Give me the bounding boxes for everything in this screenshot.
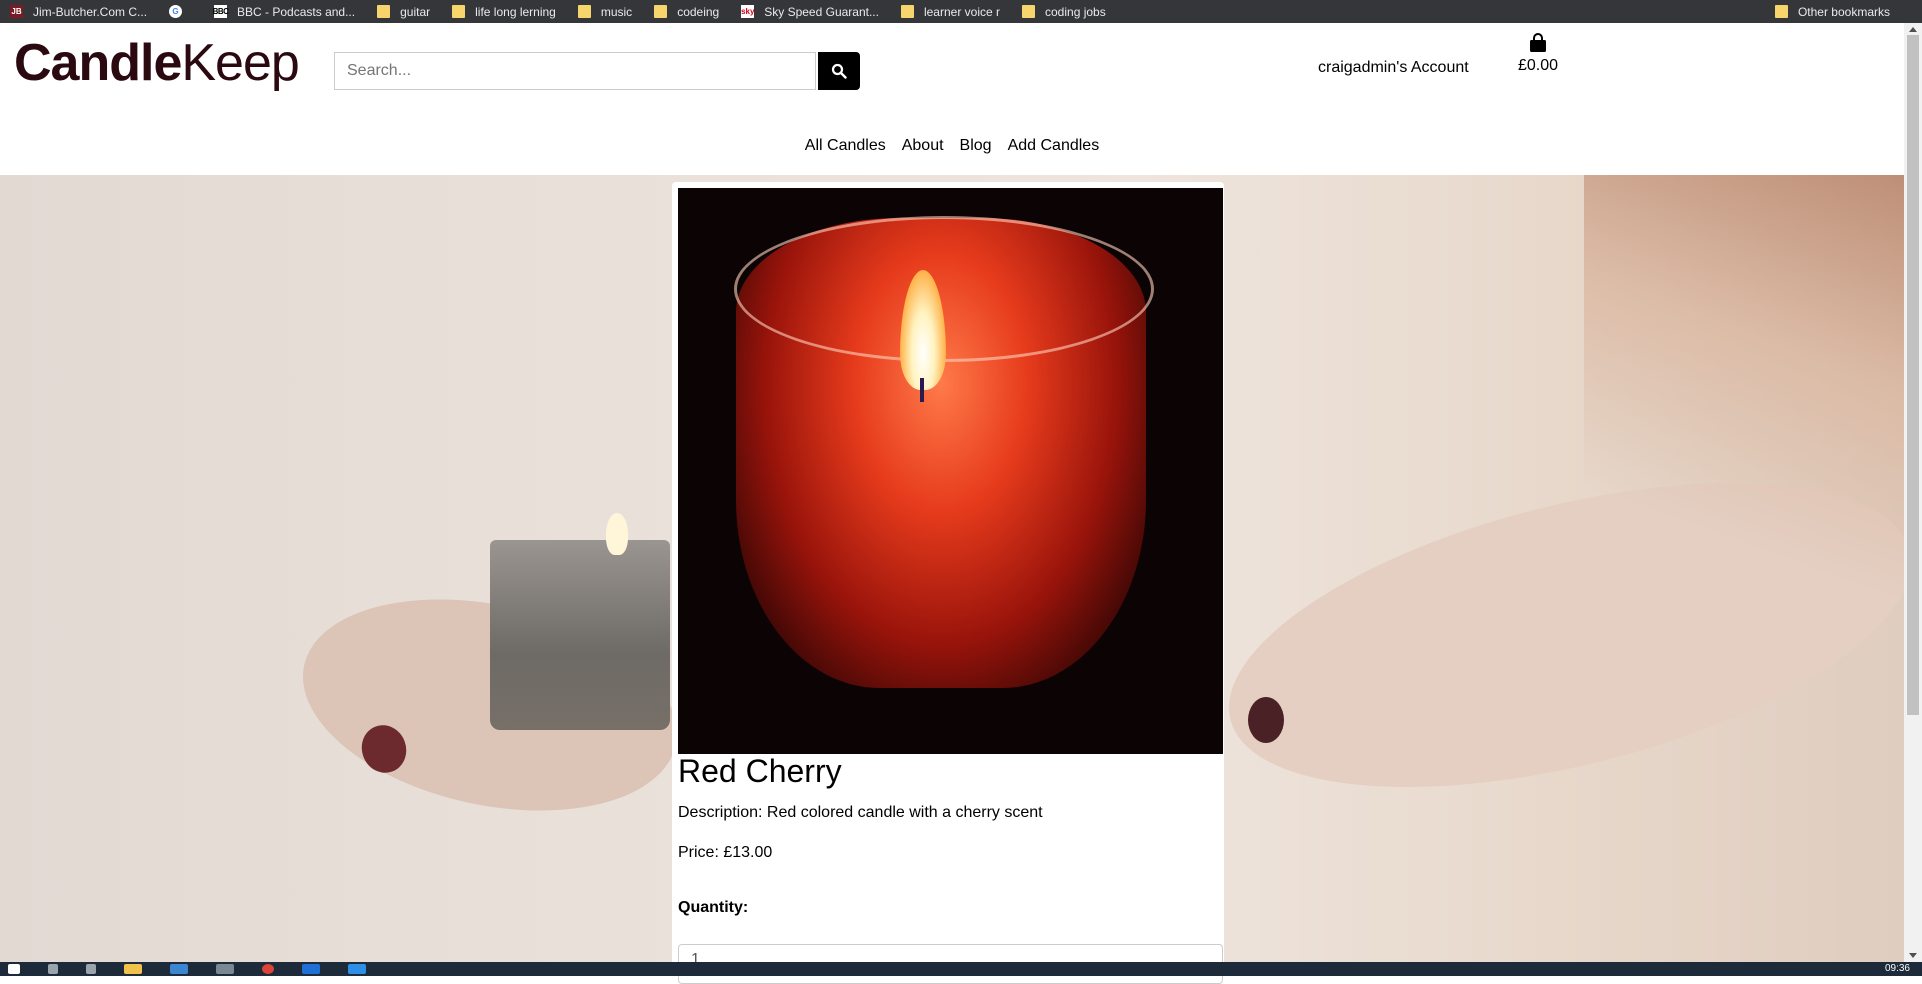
folder-icon <box>1022 5 1035 18</box>
os-taskbar: 09:36 <box>0 962 1922 976</box>
scroll-down-arrow-icon[interactable] <box>1909 953 1917 958</box>
store-icon[interactable] <box>170 964 188 974</box>
taskbar-clock: 09:36 <box>1884 963 1910 974</box>
search-icon[interactable] <box>48 964 58 974</box>
search-button[interactable] <box>818 52 860 90</box>
nav-all-candles[interactable]: All Candles <box>805 137 886 155</box>
other-bookmarks[interactable]: Other bookmarks <box>1774 0 1890 23</box>
nail-shape-right <box>1248 697 1284 743</box>
nav-about[interactable]: About <box>902 137 944 155</box>
scrollbar-thumb[interactable] <box>1907 35 1919 715</box>
jb-icon: JB <box>10 5 23 18</box>
scroll-up-arrow-icon[interactable] <box>1909 27 1917 32</box>
product-price: Price: £13.00 <box>678 844 773 861</box>
hair-shape <box>1584 175 1904 595</box>
bookmark-coding-jobs[interactable]: coding jobs <box>1022 5 1106 19</box>
task-view-icon[interactable] <box>86 964 96 974</box>
bookmark-learner-voice[interactable]: learner voice r <box>900 5 1000 19</box>
file-explorer-icon[interactable] <box>124 964 142 974</box>
site-logo[interactable]: CandleKeep <box>14 33 300 93</box>
bookmark-sky-speed[interactable]: sky Sky Speed Guarant... <box>741 5 879 19</box>
quantity-label: Quantity: <box>678 899 749 916</box>
main-nav: All Candles About Blog Add Candles <box>0 137 1904 155</box>
folder-icon <box>377 5 391 18</box>
folder-icon <box>1774 5 1788 18</box>
cart-total: £0.00 <box>1517 57 1559 74</box>
search-input[interactable] <box>334 52 816 90</box>
vscode-icon[interactable] <box>302 964 320 974</box>
bookmark-life-long-lerning[interactable]: life long lerning <box>452 5 556 19</box>
folder-icon <box>654 5 668 18</box>
app-icon-2[interactable] <box>348 964 366 974</box>
product-description: Description: Red colored candle with a c… <box>678 804 1043 821</box>
google-icon: G <box>169 5 183 18</box>
folder-icon <box>577 5 591 18</box>
nav-blog[interactable]: Blog <box>960 137 992 155</box>
nav-add-candles[interactable]: Add Candles <box>1008 137 1100 155</box>
candle-wick <box>920 378 924 402</box>
bookmark-google[interactable]: G <box>169 5 192 18</box>
bbc-icon: BBC <box>212 5 229 18</box>
search-icon <box>831 63 847 79</box>
windows-start-icon[interactable] <box>8 964 20 974</box>
background-candle <box>490 540 670 730</box>
sky-icon: sky <box>741 5 755 18</box>
site-header: CandleKeep craigadmin's Account £0.00 Al… <box>0 23 1904 175</box>
product-image <box>678 188 1223 754</box>
background-flame <box>606 513 628 555</box>
bookmarks-bar: JB Jim-Butcher.Com C... G BBC BBC - Podcas… <box>0 0 1922 23</box>
cart-link[interactable]: £0.00 <box>1516 33 1560 75</box>
chrome-icon[interactable] <box>262 964 274 974</box>
bookmark-jim-butcher[interactable]: JB Jim-Butcher.Com C... <box>10 5 147 19</box>
folder-icon <box>452 5 466 18</box>
shopping-bag-icon <box>1530 33 1546 52</box>
product-title: Red Cherry <box>678 753 842 789</box>
folder-icon <box>900 5 914 18</box>
bookmark-music[interactable]: music <box>577 5 632 19</box>
app-icon[interactable] <box>216 964 234 974</box>
account-link[interactable]: craigadmin's Account <box>1318 59 1469 77</box>
bookmark-codeing[interactable]: codeing <box>654 5 719 19</box>
page-scrollbar[interactable] <box>1904 23 1922 962</box>
bookmark-bbc-podcasts[interactable]: BBC BBC - Podcasts and... <box>212 5 355 19</box>
bookmark-guitar[interactable]: guitar <box>377 5 430 19</box>
